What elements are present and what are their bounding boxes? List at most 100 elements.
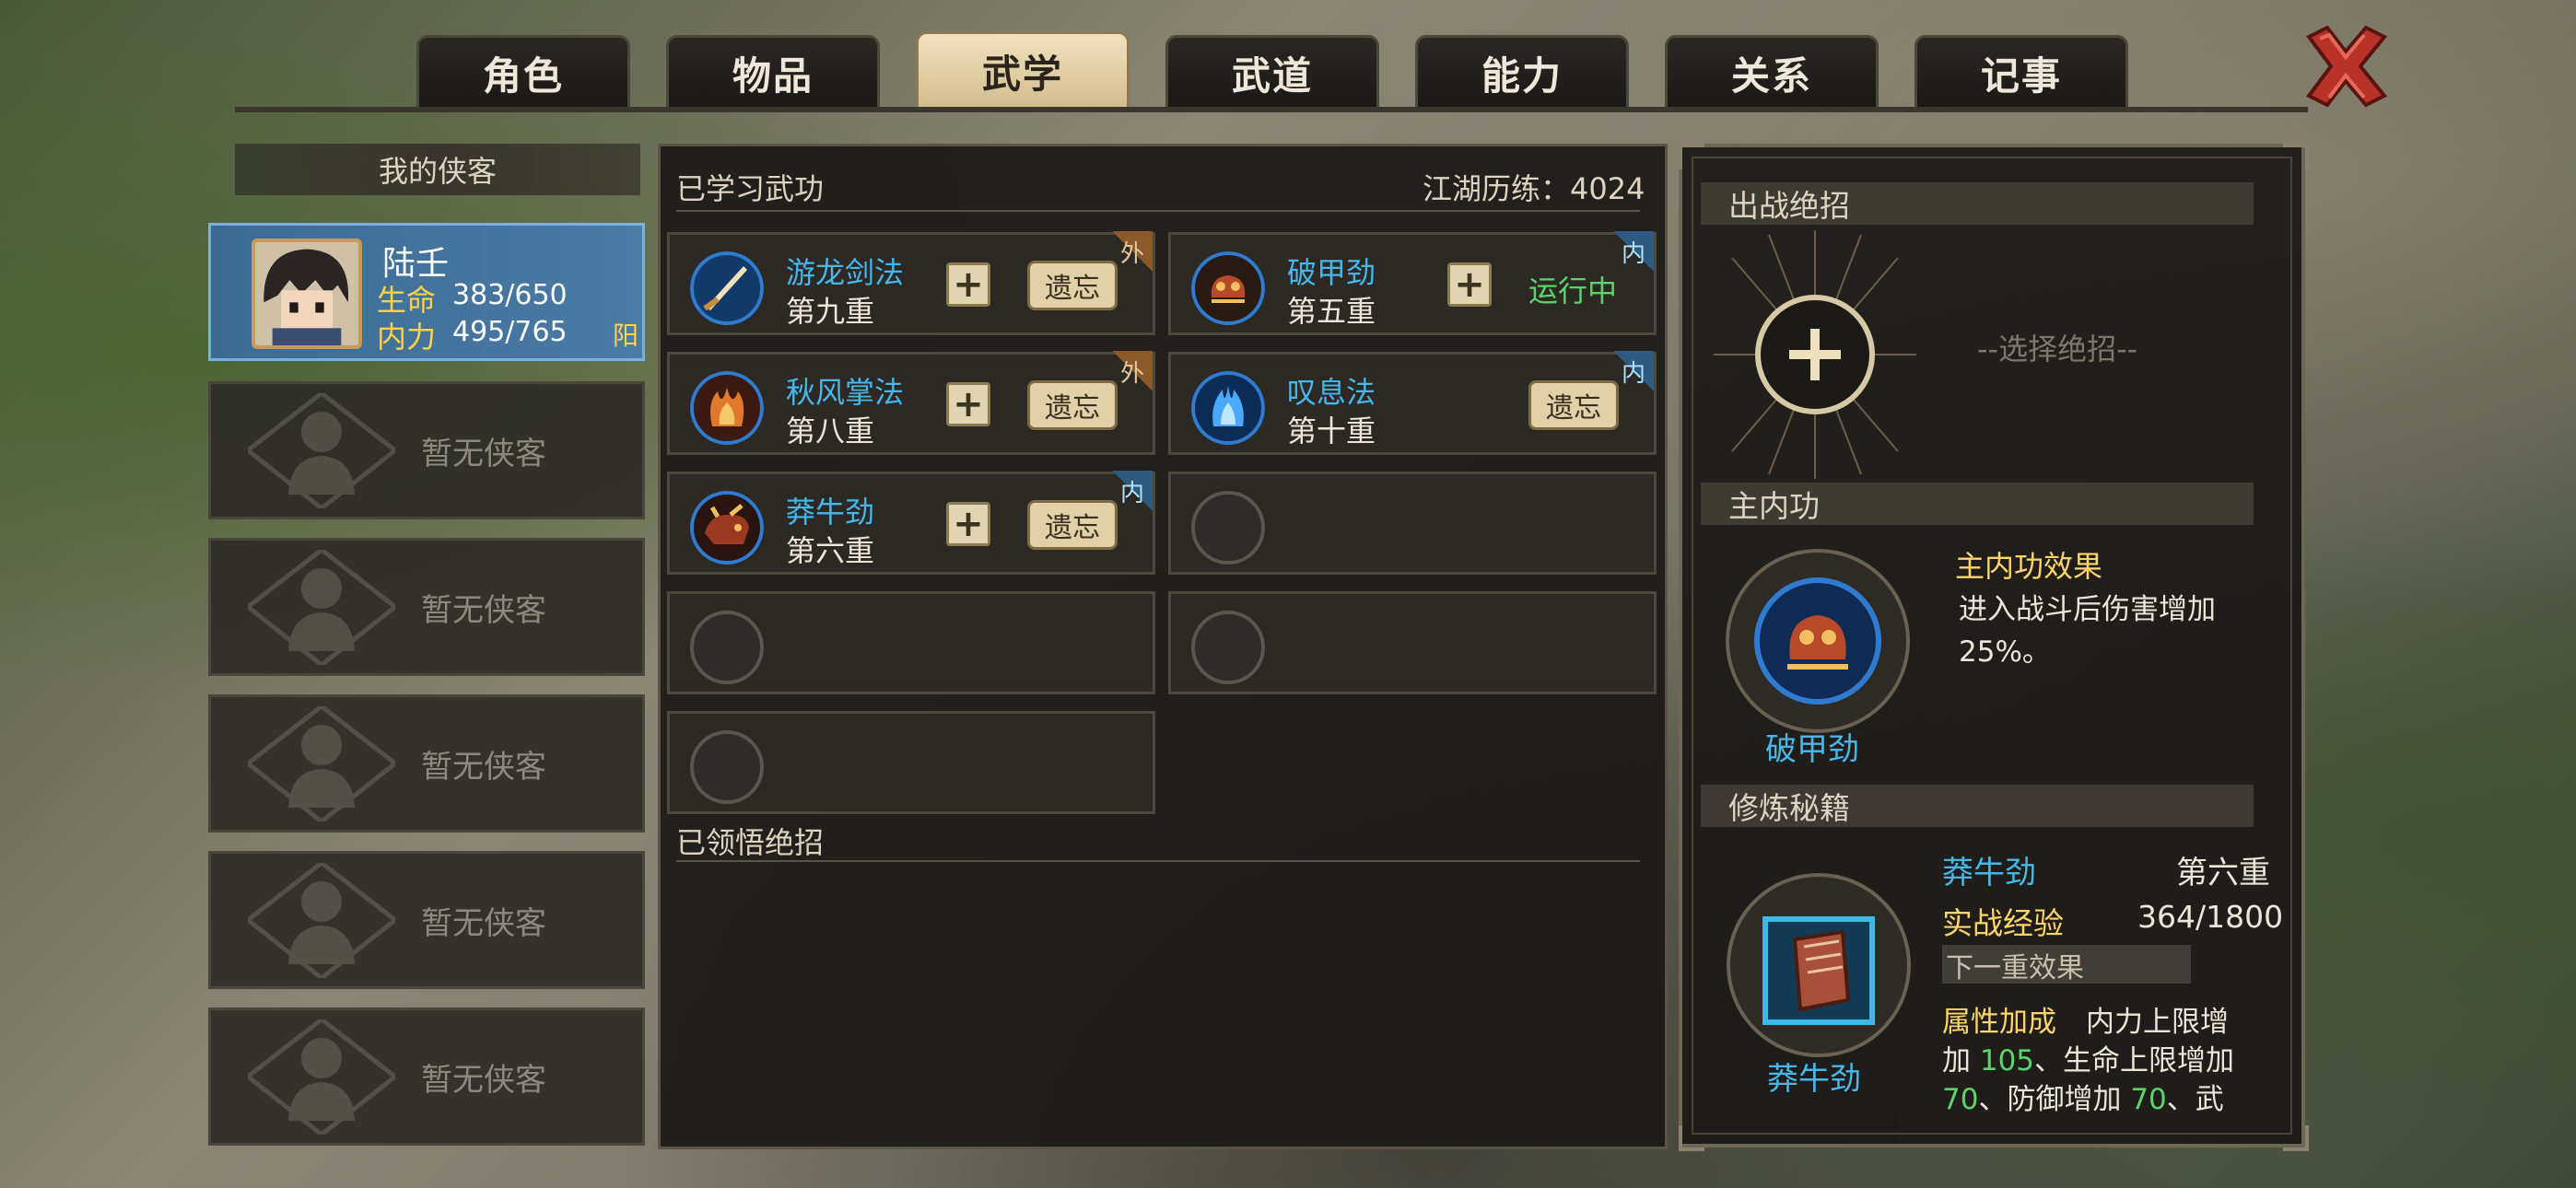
empty-slot-circle <box>690 611 764 684</box>
empty-hero-label: 暂无侠客 <box>421 592 546 629</box>
breath-skill-icon <box>1191 371 1265 445</box>
ultimate-section-title: 出战绝招 <box>1701 182 2254 225</box>
skill-card-youlong[interactable]: 游龙剑法 第九重 + 遗忘 外 <box>667 231 1155 335</box>
main-inner-effect-title: 主内功效果 <box>1955 549 2103 584</box>
training-book-icon[interactable] <box>1719 871 1918 1059</box>
my-heroes-title: 我的侠客 <box>378 154 497 189</box>
empty-hero-slot[interactable]: 暂无侠客 <box>208 538 645 676</box>
skill-card-tanxi[interactable]: 叹息法 第十重 遗忘 内 <box>1168 351 1657 455</box>
hero-silhouette-icon <box>248 1019 395 1135</box>
skill-card-qiufeng[interactable]: 秋风掌法 第八重 + 遗忘 外 <box>667 351 1155 455</box>
skill-level: 第八重 <box>786 413 875 448</box>
forget-button[interactable]: 遗忘 <box>1528 380 1619 430</box>
hero-silhouette-icon <box>248 706 395 821</box>
forget-button[interactable]: 遗忘 <box>1027 261 1118 310</box>
empty-slot-circle <box>1191 491 1265 565</box>
empty-hero-slot[interactable]: 暂无侠客 <box>208 1007 645 1146</box>
frame-corner <box>1679 144 1704 169</box>
hero-tag: 阳 <box>613 320 639 351</box>
skill-level: 第六重 <box>786 533 875 568</box>
skill-level: 第十重 <box>1287 413 1376 448</box>
attr-line2: 加 105、生命上限增加 <box>1942 1044 2235 1077</box>
main-inner-section-title: 主内功 <box>1701 483 2254 525</box>
empty-skill-slot[interactable] <box>667 591 1155 694</box>
internal-badge: 内 <box>1613 351 1654 391</box>
skill-card-pojia[interactable]: 破甲劲 第五重 + 运行中 内 <box>1168 231 1657 335</box>
add-skill-button[interactable]: + <box>1447 262 1492 307</box>
empty-hero-slot[interactable]: 暂无侠客 <box>208 381 645 519</box>
frame-corner <box>1679 1125 1704 1151</box>
empty-skill-slot[interactable] <box>1168 591 1657 694</box>
training-skill-name: 莽牛劲 <box>1942 855 2036 891</box>
empty-hero-slot[interactable]: 暂无侠客 <box>208 694 645 833</box>
empty-hero-label: 暂无侠客 <box>421 1062 546 1099</box>
divider <box>676 860 1640 862</box>
skill-level: 第五重 <box>1287 294 1376 329</box>
skill-card-mangniu[interactable]: 莽牛劲 第六重 + 遗忘 内 <box>667 471 1155 575</box>
empty-slot-circle <box>690 730 764 804</box>
training-book-name: 莽牛劲 <box>1767 1061 1861 1098</box>
hero-silhouette-icon <box>248 863 395 978</box>
divider <box>676 210 1640 212</box>
main-inner-skill-icon[interactable] <box>1721 549 1914 733</box>
bull-skill-icon <box>690 491 764 565</box>
hero-silhouette-icon <box>248 393 395 508</box>
tab-bar-divider <box>235 107 2308 112</box>
empty-hero-label: 暂无侠客 <box>421 749 546 786</box>
empty-slot-circle <box>1191 611 1265 684</box>
frame-corner <box>2283 144 2309 169</box>
hero-silhouette-icon <box>248 550 395 665</box>
external-badge: 外 <box>1112 231 1153 272</box>
running-status: 运行中 <box>1528 274 1618 309</box>
select-ultimate-placeholder[interactable]: --选择绝招-- <box>1977 326 2137 368</box>
external-badge: 外 <box>1112 351 1153 391</box>
tab-3[interactable]: 武学 <box>916 31 1130 109</box>
insight-skills-title: 已领悟绝招 <box>676 825 825 860</box>
frame-corner <box>2283 1125 2309 1151</box>
fist-skill-icon <box>1191 251 1265 325</box>
empty-skill-slot[interactable] <box>667 711 1155 814</box>
tab-7[interactable]: 记事 <box>1914 35 2128 109</box>
main-inner-effect-line1: 进入战斗后伤害增加 <box>1959 593 2216 626</box>
training-section-title: 修炼秘籍 <box>1701 785 2254 827</box>
palm-skill-icon <box>690 371 764 445</box>
hero-slot-lu-ren[interactable]: 陆壬 生命 383/650 内力 495/765 阳 <box>208 223 645 361</box>
hero-avatar <box>252 239 362 349</box>
main-inner-skill-name: 破甲劲 <box>1765 731 1859 768</box>
tab-4[interactable]: 武道 <box>1165 35 1379 109</box>
learned-skills-title: 已学习武功 <box>676 171 825 206</box>
empty-skill-slot[interactable] <box>1168 472 1657 575</box>
add-skill-button[interactable]: + <box>946 262 990 307</box>
tab-6[interactable]: 关系 <box>1665 35 1879 109</box>
attr-line3: 70、防御增加 70、武 <box>1942 1083 2224 1116</box>
add-skill-button[interactable]: + <box>946 502 990 546</box>
attr-label: 属性加成 <box>1942 1006 2056 1039</box>
sword-skill-icon <box>690 251 764 325</box>
mp-value: 495/765 <box>452 316 568 348</box>
forget-button[interactable]: 遗忘 <box>1027 500 1118 550</box>
internal-badge: 内 <box>1112 471 1153 511</box>
next-effect-title: 下一重效果 <box>1942 945 2191 984</box>
skill-name: 秋风掌法 <box>786 375 905 410</box>
my-heroes-header: 我的侠客 <box>235 144 640 195</box>
exp-label: 实战经验 <box>1942 905 2064 941</box>
tab-5[interactable]: 能力 <box>1415 35 1629 109</box>
close-icon[interactable] <box>2300 20 2392 112</box>
internal-badge: 内 <box>1613 231 1654 272</box>
jianghu-experience: 江湖历练：4024 <box>1423 171 1645 206</box>
skill-level: 第九重 <box>786 294 875 329</box>
main-inner-effect-line2: 25%。 <box>1959 635 2051 669</box>
skill-name: 叹息法 <box>1287 375 1376 410</box>
exp-value: 364/1800 <box>2137 899 2284 935</box>
skill-name: 游龙剑法 <box>786 255 905 290</box>
empty-hero-label: 暂无侠客 <box>421 436 546 472</box>
tab-2[interactable]: 物品 <box>666 35 880 109</box>
training-skill-level: 第六重 <box>2176 855 2270 891</box>
add-skill-button[interactable]: + <box>946 382 990 426</box>
empty-hero-slot[interactable]: 暂无侠客 <box>208 851 645 989</box>
hp-value: 383/650 <box>452 279 568 311</box>
select-ultimate-slot[interactable] <box>1714 230 1916 479</box>
forget-button[interactable]: 遗忘 <box>1027 380 1118 430</box>
attr-line1: 内力上限增 <box>2086 1006 2229 1039</box>
tab-1[interactable]: 角色 <box>416 35 630 109</box>
